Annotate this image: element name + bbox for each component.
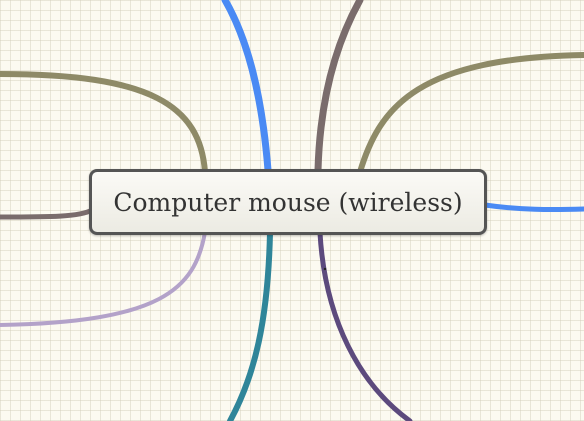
branch-bottom-teal[interactable] (227, 230, 273, 421)
branch-right-blue[interactable] (482, 202, 584, 213)
branch-bottom-purple[interactable] (317, 230, 413, 421)
central-topic-node[interactable]: Computer mouse (wireless) (89, 169, 487, 235)
branch-left-lavender[interactable] (0, 230, 207, 327)
branch-top-brown[interactable] (314, 0, 364, 174)
branch-top-blue[interactable] (221, 0, 272, 174)
branch-left-brown[interactable] (0, 207, 95, 220)
connector-dot (323, 267, 327, 271)
branch-top-left-olive[interactable] (0, 71, 208, 175)
branch-top-right-olive[interactable] (357, 52, 584, 175)
central-topic-label: Computer mouse (wireless) (113, 187, 463, 217)
